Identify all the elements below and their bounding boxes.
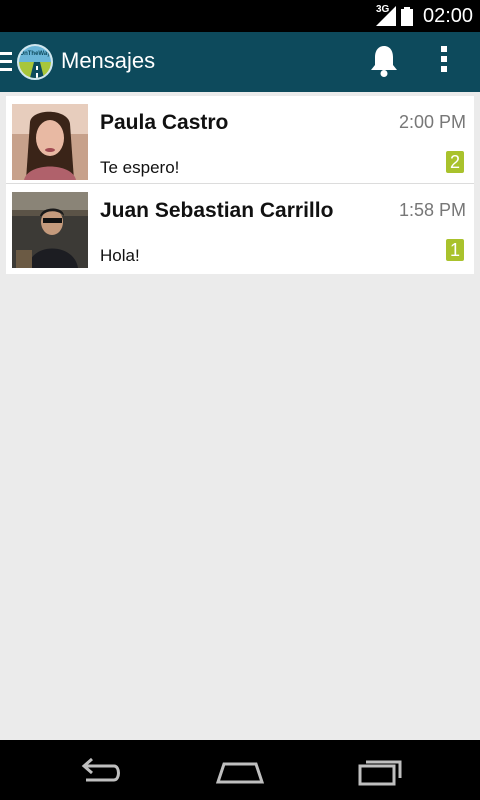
home-icon[interactable] bbox=[216, 754, 264, 786]
menu-icon[interactable] bbox=[0, 52, 12, 72]
overflow-menu-icon[interactable] bbox=[438, 46, 450, 78]
unread-count-badge: 2 bbox=[446, 151, 464, 173]
network-type-label: 3G bbox=[376, 4, 390, 15]
status-bar: 3G 02:00 bbox=[0, 0, 480, 32]
conversation-list: Paula Castro 2:00 PM Te espero! 2 Juan S… bbox=[6, 96, 474, 274]
battery-icon bbox=[401, 7, 413, 26]
message-preview: Hola! bbox=[100, 246, 140, 265]
screen-title: Mensajes bbox=[61, 48, 156, 73]
bell-icon[interactable] bbox=[368, 44, 400, 78]
app-logo[interactable]: OnTheWay bbox=[17, 44, 53, 80]
message-time: 1:58 PM bbox=[398, 200, 466, 220]
recent-apps-icon[interactable] bbox=[356, 754, 404, 786]
avatar bbox=[12, 104, 88, 180]
status-clock: 02:00 bbox=[423, 5, 474, 27]
unread-count-badge: 1 bbox=[446, 239, 464, 261]
navigation-bar bbox=[0, 740, 480, 800]
conversation-row[interactable]: Juan Sebastian Carrillo 1:58 PM Hola! 1 bbox=[6, 184, 474, 274]
logo-text: OnTheWay bbox=[19, 51, 51, 57]
contact-name: Juan Sebastian Carrillo bbox=[100, 199, 334, 222]
action-bar: OnTheWay Mensajes bbox=[0, 32, 480, 92]
contact-name: Paula Castro bbox=[100, 111, 229, 134]
avatar bbox=[12, 192, 88, 268]
conversation-row[interactable]: Paula Castro 2:00 PM Te espero! 2 bbox=[6, 96, 474, 184]
message-time: 2:00 PM bbox=[398, 112, 466, 132]
message-preview: Te espero! bbox=[100, 158, 180, 177]
back-icon[interactable] bbox=[76, 754, 124, 786]
